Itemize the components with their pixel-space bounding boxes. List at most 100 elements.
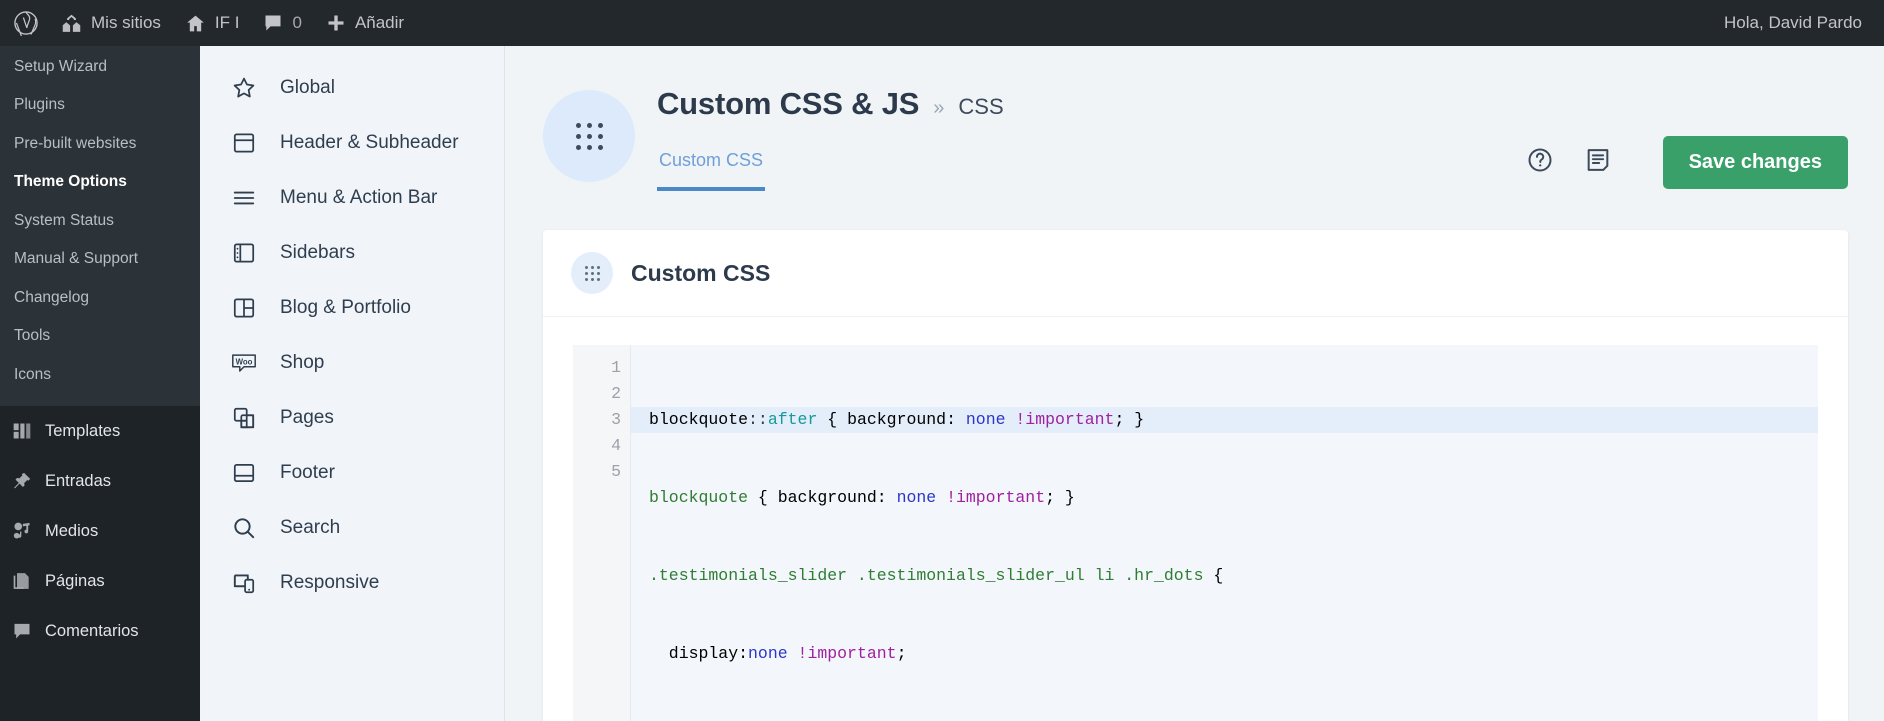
- admin-bar-account[interactable]: Hola, David Pardo: [1711, 0, 1884, 46]
- panel-badge: [571, 252, 613, 294]
- admin-bar-comment-count: 0: [292, 13, 302, 32]
- option-nav-responsive[interactable]: Responsive: [200, 555, 504, 610]
- code-line-3[interactable]: .testimonials_slider .testimonials_slide…: [631, 563, 1818, 589]
- panel-header: Custom CSS: [543, 230, 1848, 317]
- footer-layout-icon: [230, 459, 258, 487]
- admin-bar-site-name[interactable]: IF I: [173, 0, 252, 46]
- header-layout-icon: [230, 129, 258, 157]
- option-nav-label: Search: [280, 516, 341, 538]
- option-nav-header-subheader[interactable]: Header & Subheader: [200, 115, 504, 170]
- panel-title: Custom CSS: [631, 259, 771, 286]
- option-nav-footer[interactable]: Footer: [200, 445, 504, 500]
- svg-text:Woo: Woo: [236, 357, 253, 366]
- custom-css-panel: Custom CSS 1 2 3 4 5 blockquote::after {…: [543, 230, 1848, 721]
- help-button[interactable]: [1525, 148, 1555, 178]
- home-icon: [185, 13, 206, 34]
- admin-bar-new-content-label: Añadir: [354, 13, 405, 32]
- admin-bar-new-content[interactable]: Añadir: [314, 0, 416, 46]
- option-nav-global[interactable]: Global: [200, 60, 504, 115]
- notes-button[interactable]: [1583, 148, 1613, 178]
- css-code-editor[interactable]: 1 2 3 4 5 blockquote::after { background…: [573, 345, 1818, 721]
- admin-bar-my-sites[interactable]: Mis sitios: [49, 0, 173, 46]
- templates-icon: [11, 420, 33, 442]
- save-changes-button[interactable]: Save changes: [1662, 136, 1848, 189]
- option-nav-label: Footer: [280, 461, 335, 483]
- woo-icon: Woo: [230, 349, 258, 377]
- admin-bar-right: Hola, David Pardo: [1711, 0, 1884, 46]
- tab-bar: Custom CSS: [657, 142, 1004, 191]
- submenu-item-manual-support[interactable]: Manual & Support: [0, 240, 200, 278]
- submenu-item-changelog[interactable]: Changelog: [0, 279, 200, 317]
- submenu-item-pre-built-websites[interactable]: Pre-built websites: [0, 125, 200, 163]
- tab-custom-css[interactable]: Custom CSS: [657, 142, 766, 191]
- breadcrumb-current: CSS: [958, 94, 1004, 119]
- sidebar-item-label: Templates: [45, 421, 121, 440]
- admin-bar-my-sites-label: Mis sitios: [91, 13, 161, 32]
- line-number: 5: [611, 462, 621, 481]
- code-line-2[interactable]: blockquote { background: none !important…: [631, 485, 1818, 511]
- option-nav-label: Responsive: [280, 571, 380, 593]
- sidebar-item-entradas[interactable]: Entradas: [0, 456, 200, 506]
- submenu-item-plugins[interactable]: Plugins: [0, 86, 200, 124]
- option-nav-menu-action-bar[interactable]: Menu & Action Bar: [200, 170, 504, 225]
- option-nav-label: Sidebars: [280, 241, 355, 263]
- theme-submenu-block: Setup Wizard Plugins Pre-built websites …: [0, 46, 200, 407]
- wp-admin-bar: Mis sitios IF I 0 Añadir Hola, David Par…: [0, 0, 1884, 46]
- option-nav-label: Pages: [280, 406, 334, 428]
- hamburger-icon: [230, 184, 258, 212]
- submenu-item-theme-options[interactable]: Theme Options: [0, 163, 200, 201]
- responsive-devices-icon: [230, 569, 258, 597]
- wp-admin-menu: Setup Wizard Plugins Pre-built websites …: [0, 46, 200, 721]
- header-actions: Save changes: [1525, 82, 1848, 189]
- line-number: 3: [611, 410, 621, 429]
- admin-bar-greeting: Hola, David Pardo: [1724, 13, 1862, 32]
- sidebar-item-paginas[interactable]: Páginas: [0, 556, 200, 606]
- option-nav-label: Header & Subheader: [280, 131, 459, 153]
- submenu-item-setup-wizard[interactable]: Setup Wizard: [0, 48, 200, 86]
- sidebar-item-label: Páginas: [45, 571, 105, 590]
- pages-icon: [11, 570, 33, 592]
- page-title: Custom CSS & JS: [657, 86, 920, 121]
- admin-bar-comments[interactable]: 0: [251, 0, 313, 46]
- sidebar-item-label: Entradas: [45, 471, 112, 490]
- submenu-item-icons[interactable]: Icons: [0, 356, 200, 394]
- dot-grid-icon: [584, 265, 600, 281]
- option-nav-sidebars[interactable]: Sidebars: [200, 225, 504, 280]
- sidebar-item-label: Medios: [45, 521, 99, 540]
- code-line-1[interactable]: blockquote::after { background: none !im…: [631, 407, 1818, 433]
- submenu-item-tools[interactable]: Tools: [0, 317, 200, 355]
- page-header-badge: [543, 90, 635, 182]
- panel-body: 1 2 3 4 5 blockquote::after { background…: [543, 317, 1848, 721]
- sidebar-item-templates[interactable]: Templates: [0, 406, 200, 456]
- breadcrumb: Custom CSS & JS » CSS: [657, 86, 1004, 122]
- admin-bar-wp-logo[interactable]: [0, 0, 49, 46]
- sidebar-item-comentarios[interactable]: Comentarios: [0, 606, 200, 656]
- line-number: 4: [611, 436, 621, 455]
- media-icon: [11, 520, 33, 542]
- option-nav-label: Blog & Portfolio: [280, 296, 411, 318]
- editor-code-area[interactable]: blockquote::after { background: none !im…: [631, 345, 1818, 721]
- question-circle-icon: [1526, 146, 1554, 179]
- option-nav-blog-portfolio[interactable]: Blog & Portfolio: [200, 280, 504, 335]
- columns-layout-icon: [230, 294, 258, 322]
- option-nav-search[interactable]: Search: [200, 500, 504, 555]
- sidebar-layout-icon: [230, 239, 258, 267]
- option-nav-pages[interactable]: Pages: [200, 390, 504, 445]
- plus-icon: [326, 13, 346, 33]
- breadcrumb-separator-icon: »: [933, 97, 945, 119]
- page-header: Custom CSS & JS » CSS Custom CSS Save ch…: [505, 46, 1884, 191]
- wordpress-logo-icon: [13, 10, 39, 36]
- search-icon: [230, 514, 258, 542]
- page-header-text: Custom CSS & JS » CSS Custom CSS: [657, 82, 1004, 191]
- submenu-item-system-status[interactable]: System Status: [0, 202, 200, 240]
- sidebar-item-medios[interactable]: Medios: [0, 506, 200, 556]
- dot-grid-icon: [575, 122, 603, 150]
- page-wrapper: Setup Wizard Plugins Pre-built websites …: [0, 46, 1884, 721]
- option-nav-label: Shop: [280, 351, 325, 373]
- option-nav-label: Global: [280, 76, 335, 98]
- option-nav-shop[interactable]: Woo Shop: [200, 335, 504, 390]
- admin-bar-left: Mis sitios IF I 0 Añadir: [0, 0, 416, 46]
- code-line-4[interactable]: display:none !important;: [631, 641, 1818, 667]
- copy-pages-icon: [230, 404, 258, 432]
- main-content: Custom CSS & JS » CSS Custom CSS Save ch…: [505, 46, 1884, 721]
